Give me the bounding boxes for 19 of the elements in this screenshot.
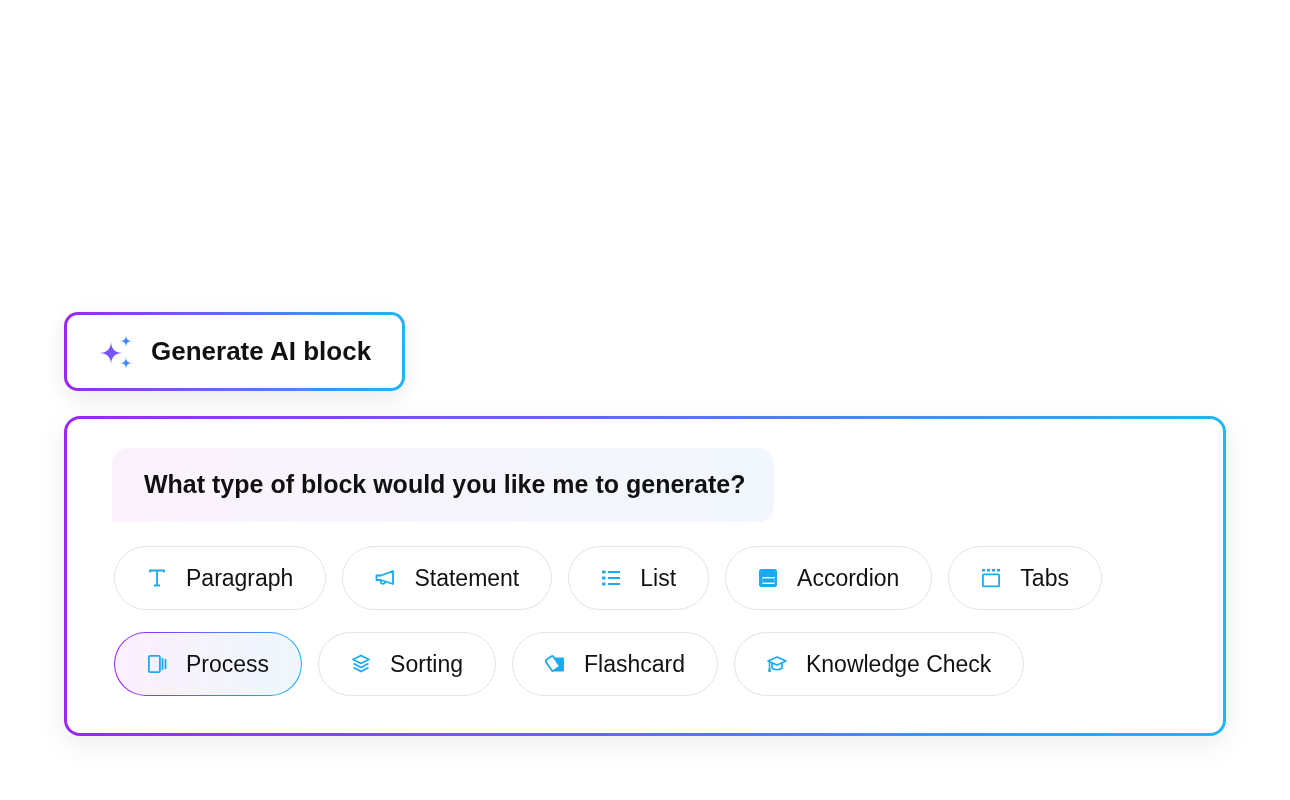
cards-icon xyxy=(544,654,565,674)
graduation-cap-icon xyxy=(766,654,787,674)
block-type-option[interactable]: Paragraph xyxy=(114,546,327,610)
panels-icon xyxy=(147,654,167,674)
block-type-option[interactable]: Process xyxy=(114,632,303,696)
block-type-option[interactable]: Flashcard xyxy=(511,632,718,696)
tab-bar-icon xyxy=(981,568,1002,588)
block-type-option[interactable]: Accordion xyxy=(725,546,933,610)
block-type-option[interactable]: Tabs xyxy=(948,546,1102,610)
split-square-icon xyxy=(758,568,779,588)
block-type-option[interactable]: Sorting xyxy=(318,632,496,696)
megaphone-icon xyxy=(375,568,396,588)
list-icon xyxy=(601,568,622,588)
block-type-option[interactable]: List xyxy=(568,546,710,610)
block-type-option[interactable]: Statement xyxy=(342,546,553,610)
chat-message: What type of block would you like me to generate? xyxy=(112,448,775,522)
block-type-option[interactable]: Knowledge Check xyxy=(733,632,1025,696)
layers-icon xyxy=(351,654,372,674)
letter-t-icon xyxy=(147,568,167,588)
